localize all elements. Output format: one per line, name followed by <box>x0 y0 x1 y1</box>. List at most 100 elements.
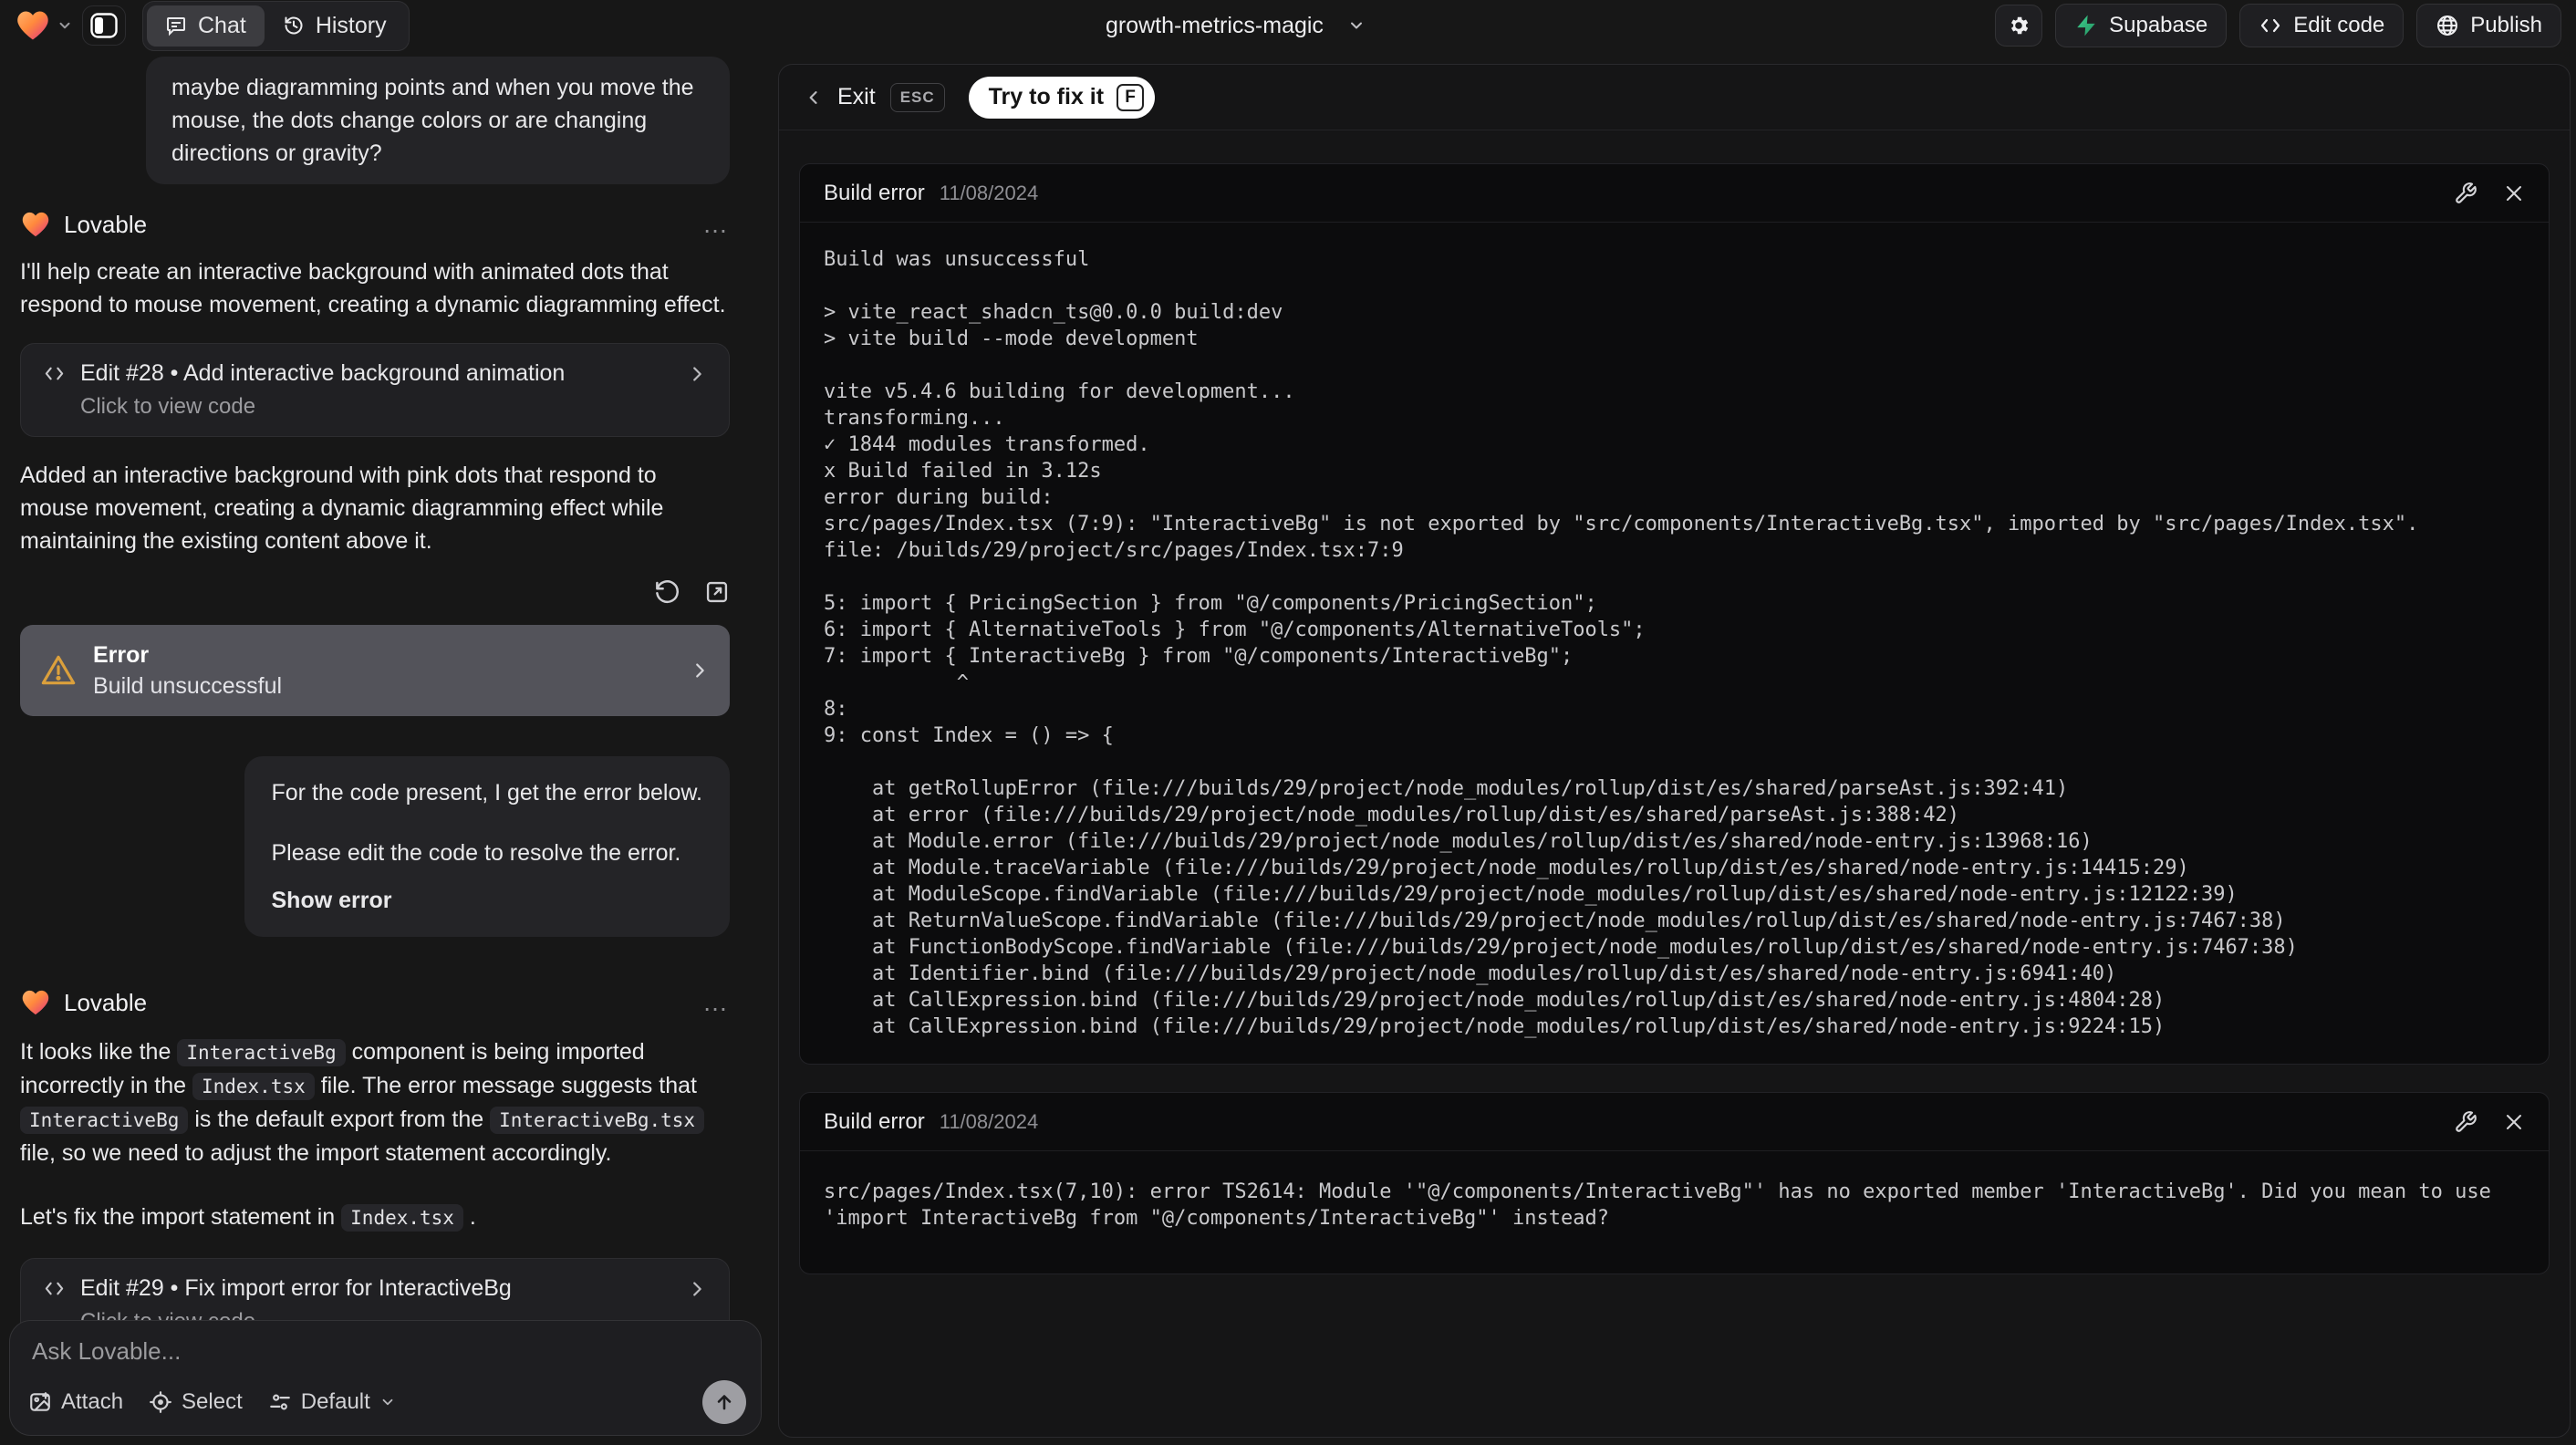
build-error-date: 11/08/2024 <box>939 181 1039 204</box>
fix-text: It looks like the <box>20 1039 178 1065</box>
build-error-date: 11/08/2024 <box>939 1109 1039 1133</box>
fix-button-label: Try to fix it <box>988 84 1105 109</box>
gear-icon <box>2007 14 2031 37</box>
arrow-up-icon <box>713 1391 735 1413</box>
edit-card-title: Edit #28 • Add interactive background an… <box>80 360 566 386</box>
topbar: Chat History growth-metrics-magic Supaba… <box>0 0 2576 51</box>
publish-button[interactable]: Publish <box>2416 4 2561 47</box>
select-button[interactable]: Select <box>149 1389 243 1415</box>
crosshair-icon <box>149 1390 172 1414</box>
attach-label: Attach <box>61 1389 124 1414</box>
settings-button[interactable] <box>1995 5 2043 47</box>
send-button[interactable] <box>702 1380 746 1424</box>
fix-error-button[interactable] <box>2454 182 2477 205</box>
view-tabs: Chat History <box>142 0 410 51</box>
fix-text: Let's fix the import statement in <box>20 1204 342 1230</box>
preview-panel-header: Exit ESC Try to fix it F <box>779 65 2570 130</box>
build-error-log: src/pages/Index.tsx(7,10): error TS2614:… <box>824 1180 2504 1230</box>
panel-left-icon <box>90 13 118 38</box>
chevron-right-icon <box>687 364 707 384</box>
close-error-button[interactable] <box>2503 182 2525 204</box>
fix-key-chip: F <box>1117 83 1145 111</box>
open-preview-button[interactable] <box>704 579 730 605</box>
wrench-icon <box>2454 182 2477 205</box>
error-title: Error <box>93 642 150 668</box>
fix-text: file, so we need to adjust the import st… <box>20 1140 612 1166</box>
assistant-header: Lovable … <box>20 206 730 243</box>
close-error-button[interactable] <box>2503 1111 2525 1133</box>
inline-code: InteractiveBg <box>20 1107 189 1134</box>
workspace-menu[interactable] <box>15 7 73 44</box>
followup-line-1: For the code present, I get the error be… <box>271 780 703 806</box>
assistant-header: Lovable … <box>20 984 730 1021</box>
lovable-avatar-icon <box>20 987 51 1018</box>
chevron-right-icon <box>687 1279 707 1299</box>
user-followup-message: For the code present, I get the error be… <box>244 756 730 937</box>
model-selector-button[interactable]: Default <box>268 1389 396 1415</box>
globe-icon <box>2436 14 2459 37</box>
inline-code: Index.tsx <box>192 1073 315 1100</box>
code-chevrons-icon <box>43 362 66 385</box>
fix-text: is the default export from the <box>188 1107 491 1132</box>
assistant-name: Lovable <box>64 988 148 1016</box>
message-menu-button[interactable]: … <box>702 988 730 1017</box>
error-subtitle: Build unsuccessful <box>93 673 283 699</box>
restore-icon <box>653 578 680 606</box>
fix-error-button[interactable] <box>2454 1110 2477 1134</box>
chevron-left-icon <box>805 88 823 107</box>
code-chevrons-icon <box>43 1277 66 1300</box>
build-error-title: Build error <box>824 180 925 205</box>
code-brackets-icon <box>2259 14 2282 37</box>
build-error-log: Build was unsuccessful > vite_react_shad… <box>824 248 2419 1038</box>
project-name: growth-metrics-magic <box>1106 12 1324 38</box>
assistant-fix-paragraph: It looks like the InteractiveBg componen… <box>20 1035 730 1170</box>
edit-code-button[interactable]: Edit code <box>2239 4 2405 47</box>
select-label: Select <box>182 1389 243 1414</box>
chevron-right-icon <box>690 660 710 681</box>
model-label: Default <box>300 1389 370 1414</box>
chevron-down-icon <box>379 1394 396 1410</box>
external-link-icon <box>704 579 730 605</box>
build-error-title: Build error <box>824 1108 925 1134</box>
preview-panel: Exit ESC Try to fix it F Build error 11/… <box>778 64 2571 1438</box>
history-icon <box>283 15 305 36</box>
panel-toggle-button[interactable] <box>82 5 126 46</box>
build-error-card-1: Build error 11/08/2024 Build was unsucce… <box>799 163 2550 1065</box>
exit-label: Exit <box>837 84 876 109</box>
error-card[interactable]: Error Build unsuccessful <box>20 625 730 716</box>
message-actions <box>20 574 730 610</box>
inline-code: Index.tsx <box>341 1204 463 1232</box>
show-error-link[interactable]: Show error <box>272 884 703 917</box>
project-chevron-icon <box>1347 16 1366 35</box>
close-icon <box>2503 182 2525 204</box>
attach-button[interactable]: Attach <box>28 1389 123 1415</box>
edit-card-subtitle: Click to view code <box>80 394 256 419</box>
restore-version-button[interactable] <box>653 578 680 606</box>
chat-input[interactable] <box>32 1337 739 1377</box>
try-to-fix-button[interactable]: Try to fix it F <box>968 76 1156 119</box>
lovable-avatar-icon <box>20 209 51 240</box>
chat-bubble-icon <box>165 15 187 36</box>
tab-chat[interactable]: Chat <box>147 5 265 47</box>
tab-history[interactable]: History <box>265 5 405 47</box>
workspace-chevron-icon <box>57 17 73 34</box>
close-icon <box>2503 1111 2525 1133</box>
supabase-button[interactable]: Supabase <box>2055 4 2228 47</box>
wrench-icon <box>2454 1110 2477 1134</box>
supabase-label: Supabase <box>2109 13 2208 37</box>
warning-icon <box>40 652 77 689</box>
supabase-icon <box>2074 14 2098 37</box>
sliders-icon <box>268 1390 292 1414</box>
assistant-paragraph: Added an interactive background with pin… <box>20 463 664 554</box>
message-menu-button[interactable]: … <box>702 210 730 239</box>
fix-text: . <box>462 1204 476 1230</box>
image-plus-icon <box>28 1390 52 1414</box>
exit-button[interactable]: Exit ESC <box>805 82 945 112</box>
tab-history-label: History <box>315 12 387 38</box>
inline-code: InteractiveBg.tsx <box>490 1107 705 1134</box>
project-selector[interactable]: growth-metrics-magic <box>1106 0 1366 51</box>
lovable-heart-icon <box>15 7 51 44</box>
build-error-card-2: Build error 11/08/2024 src/pages/Index.t… <box>799 1092 2550 1274</box>
edit-card-28[interactable]: Edit #28 • Add interactive background an… <box>20 343 730 437</box>
composer: Attach Select Default <box>9 1320 762 1436</box>
